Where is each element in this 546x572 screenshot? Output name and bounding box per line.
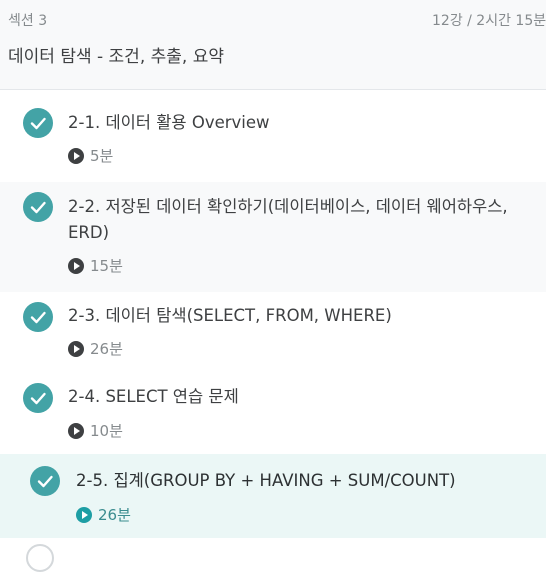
lesson-duration: 5분: [68, 147, 113, 165]
duration-text: 26분: [98, 506, 131, 524]
lesson-title-line: 2-2. 저장된 데이터 확인하기(데이터베이스, 데이터 웨어하우스,: [68, 197, 508, 216]
play-icon: [68, 423, 84, 439]
lesson-title[interactable]: 2-2. 저장된 데이터 확인하기(데이터베이스, 데이터 웨어하우스, ERD…: [68, 194, 508, 246]
section-meta: 12강 / 2시간 15분: [432, 13, 546, 29]
lesson-title[interactable]: 2-5. 집계(GROUP BY + HAVING + SUM/COUNT): [76, 468, 456, 494]
duration-text: 10분: [90, 422, 123, 440]
check-icon[interactable]: [23, 383, 53, 413]
lesson-title[interactable]: 2-1. 데이터 활용 Overview: [68, 110, 270, 136]
play-icon: [68, 258, 84, 274]
duration-text: 26분: [90, 340, 123, 358]
lesson-duration: 26분: [68, 340, 123, 358]
lesson-duration: 26분: [76, 506, 131, 524]
check-icon[interactable]: [23, 302, 53, 332]
lesson-item[interactable]: 2-4. SELECT 연습 문제 10분: [0, 372, 546, 454]
lesson-duration: 15분: [68, 257, 123, 275]
lesson-duration: 10분: [68, 422, 123, 440]
lesson-item-active[interactable]: 2-5. 집계(GROUP BY + HAVING + SUM/COUNT) 2…: [0, 454, 546, 538]
lesson-title[interactable]: 2-4. SELECT 연습 문제: [68, 384, 239, 410]
lesson-item[interactable]: 2-1. 데이터 활용 Overview 5분: [0, 90, 546, 182]
section-label: 섹션 3: [8, 13, 48, 29]
duration-text: 15분: [90, 257, 123, 275]
next-lesson-check-icon[interactable]: [26, 544, 54, 572]
play-icon: [76, 507, 92, 523]
section-header[interactable]: 섹션 3 12강 / 2시간 15분 데이터 탐색 - 조건, 추출, 요약: [0, 0, 546, 90]
check-icon[interactable]: [30, 466, 60, 496]
lesson-title-line: ERD): [68, 223, 110, 242]
lesson-item[interactable]: 2-2. 저장된 데이터 확인하기(데이터베이스, 데이터 웨어하우스, ERD…: [0, 182, 546, 292]
duration-text: 5분: [90, 147, 114, 165]
section-title: 데이터 탐색 - 조건, 추출, 요약: [8, 47, 225, 67]
check-icon[interactable]: [23, 108, 53, 138]
lesson-item[interactable]: 2-3. 데이터 탐색(SELECT, FROM, WHERE) 26분: [0, 292, 546, 372]
lesson-title[interactable]: 2-3. 데이터 탐색(SELECT, FROM, WHERE): [68, 303, 392, 329]
play-icon: [68, 341, 84, 357]
check-icon[interactable]: [23, 192, 53, 222]
play-icon: [68, 148, 84, 164]
